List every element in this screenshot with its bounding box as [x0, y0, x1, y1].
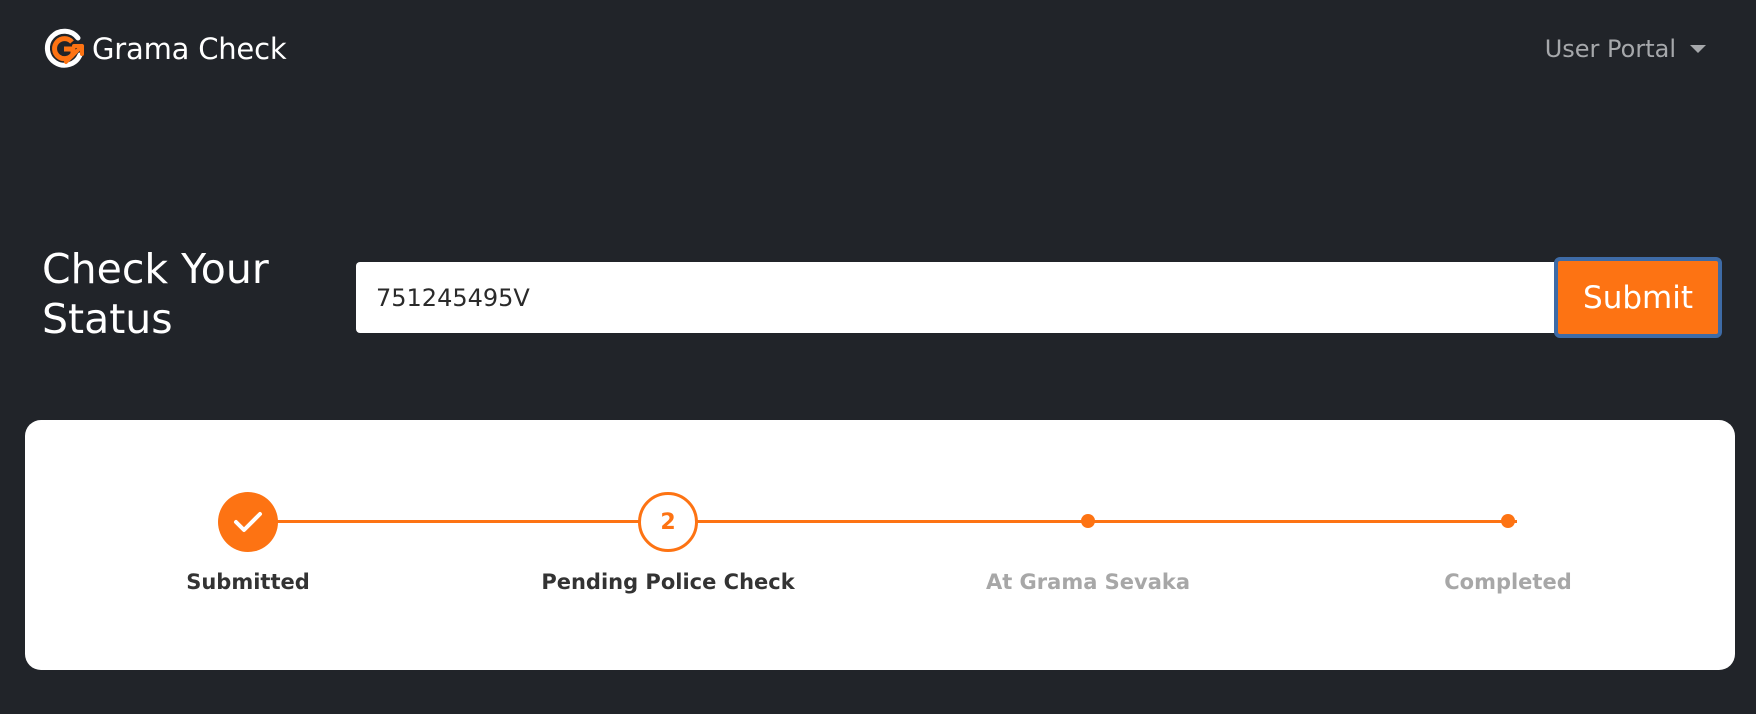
navbar: Grama Check User Portal — [0, 0, 1756, 100]
submit-button[interactable]: Submit — [1554, 257, 1722, 338]
progress-step-pending-police-check: 2 Pending Police Check — [518, 420, 818, 670]
brand-link[interactable]: Grama Check — [42, 28, 287, 70]
step-number: 2 — [660, 509, 676, 535]
progress-line — [247, 520, 1517, 523]
user-portal-dropdown[interactable]: User Portal — [1545, 31, 1706, 67]
step-upcoming-dot — [1501, 514, 1515, 528]
progress-step-submitted: Submitted — [98, 420, 398, 670]
step-label: Pending Police Check — [541, 570, 795, 594]
brand-name: Grama Check — [92, 32, 287, 66]
check-icon — [234, 512, 262, 532]
step-upcoming-dot — [1081, 514, 1095, 528]
step-current-marker: 2 — [638, 492, 698, 552]
status-progress-card: Submitted 2 Pending Police Check At Gram… — [25, 420, 1735, 670]
grama-check-logo-icon — [42, 28, 88, 70]
progress-step-completed: Completed — [1358, 420, 1658, 670]
step-label: Completed — [1444, 570, 1572, 594]
caret-down-icon — [1690, 45, 1706, 53]
step-completed-marker — [218, 492, 278, 552]
step-label: At Grama Sevaka — [985, 570, 1191, 594]
progress-step-at-grama-sevaka: At Grama Sevaka — [938, 420, 1238, 670]
step-label: Submitted — [186, 570, 310, 594]
nic-search-input[interactable] — [356, 262, 1556, 333]
user-portal-label: User Portal — [1544, 35, 1676, 63]
page-title: Check Your Status — [42, 245, 269, 343]
